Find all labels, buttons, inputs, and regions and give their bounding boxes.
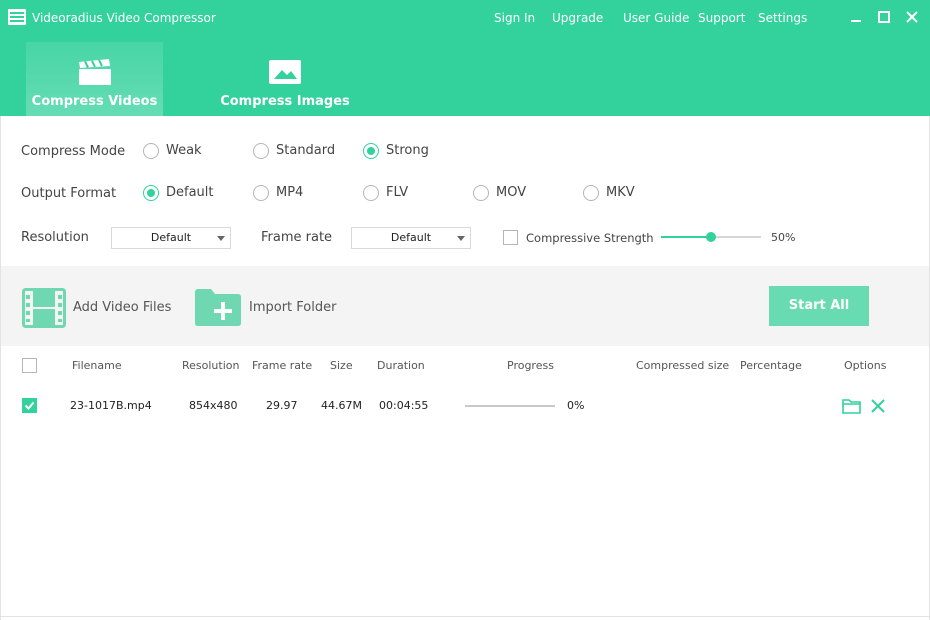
- user-guide-link[interactable]: User Guide: [623, 10, 689, 26]
- radio-circle: [363, 185, 379, 201]
- remove-icon[interactable]: [871, 399, 885, 413]
- col-frame-rate: Frame rate: [252, 359, 313, 372]
- frame-rate-select-value: Default: [390, 231, 432, 244]
- resolution-label: Resolution: [21, 230, 89, 245]
- row-duration: 00:04:55: [379, 399, 429, 412]
- col-resolution: Resolution: [182, 359, 240, 372]
- radio-label: Default: [166, 185, 214, 200]
- radio-circle: [143, 185, 159, 201]
- radio-circle: [363, 143, 379, 159]
- checkmark-icon: [24, 401, 35, 410]
- compressive-strength-checkbox[interactable]: [503, 230, 518, 245]
- radio-circle: [583, 185, 599, 201]
- radio-label: Weak: [166, 143, 202, 158]
- radio-circle: [143, 143, 159, 159]
- frame-rate-label: Frame rate: [261, 230, 333, 245]
- col-options: Options: [844, 359, 887, 372]
- compress-mode-label: Compress Mode: [21, 144, 126, 159]
- strength-value: 50%: [771, 231, 796, 244]
- resolution-select[interactable]: Default: [111, 227, 231, 249]
- import-folder-label: Import Folder: [249, 300, 337, 315]
- film-strip-icon: [22, 288, 66, 328]
- compressive-strength-label: Compressive Strength: [526, 231, 654, 245]
- row-progress-text: 0%: [567, 399, 585, 412]
- minimize-icon[interactable]: [848, 9, 864, 25]
- resolution-select-value: Default: [150, 231, 192, 244]
- app-title: Videoradius Video Compressor: [32, 11, 216, 25]
- tab-label: Compress Images: [220, 94, 350, 109]
- tab-label: Compress Videos: [31, 94, 158, 109]
- sign-in-link[interactable]: Sign In: [494, 10, 535, 26]
- app-logo-icon: [8, 9, 26, 25]
- radio-label: Strong: [386, 143, 429, 158]
- row-progress-bar: [465, 405, 555, 407]
- maximize-icon[interactable]: [876, 9, 892, 25]
- support-link[interactable]: Support: [698, 10, 745, 26]
- frame-rate-select[interactable]: Default: [351, 227, 471, 249]
- folder-plus-icon: [195, 289, 241, 326]
- file-toolbar: Add Video Files Import Folder Start All: [0, 266, 930, 346]
- settings-link[interactable]: Settings: [758, 10, 807, 26]
- radio-label: Standard: [276, 143, 336, 158]
- chevron-down-icon: [457, 236, 465, 241]
- row-filename: 23-1017B.mp4: [70, 399, 152, 412]
- radio-circle: [473, 185, 489, 201]
- radio-circle: [253, 143, 269, 159]
- clapperboard-icon: [78, 59, 111, 85]
- radio-label: MOV: [496, 185, 527, 200]
- window-bottom-border: [0, 616, 930, 620]
- col-filename: Filename: [72, 359, 122, 372]
- strength-slider-thumb[interactable]: [706, 232, 716, 242]
- tab-compress-videos[interactable]: Compress Videos: [26, 42, 163, 116]
- col-percentage: Percentage: [740, 359, 802, 372]
- col-compressed-size: Compressed size: [636, 359, 730, 372]
- output-format-label: Output Format: [21, 186, 117, 201]
- radio-label: MKV: [606, 185, 635, 200]
- radio-label: FLV: [386, 185, 409, 200]
- app-header: Videoradius Video Compressor Sign In Upg…: [0, 0, 930, 116]
- close-icon[interactable]: [904, 9, 920, 25]
- tab-compress-images[interactable]: Compress Images: [215, 42, 355, 116]
- upgrade-link[interactable]: Upgrade: [552, 10, 603, 26]
- radio-circle: [253, 185, 269, 201]
- row-frame-rate: 29.97: [266, 399, 298, 412]
- col-progress: Progress: [507, 359, 554, 372]
- import-folder-button[interactable]: Import Folder: [195, 288, 340, 326]
- strength-slider-fill: [661, 236, 711, 238]
- open-folder-icon[interactable]: [842, 398, 861, 414]
- row-checkbox[interactable]: [22, 398, 37, 413]
- select-all-checkbox[interactable]: [22, 358, 37, 373]
- start-all-button[interactable]: Start All: [769, 286, 869, 326]
- col-size: Size: [330, 359, 353, 372]
- radio-label: MP4: [276, 185, 304, 200]
- add-video-files-button[interactable]: Add Video Files: [22, 288, 172, 328]
- chevron-down-icon: [217, 236, 225, 241]
- row-size: 44.67M: [321, 399, 362, 412]
- col-duration: Duration: [377, 359, 425, 372]
- row-resolution: 854x480: [189, 399, 238, 412]
- add-video-files-label: Add Video Files: [73, 300, 172, 315]
- strength-slider[interactable]: [661, 232, 761, 242]
- image-icon: [269, 60, 301, 84]
